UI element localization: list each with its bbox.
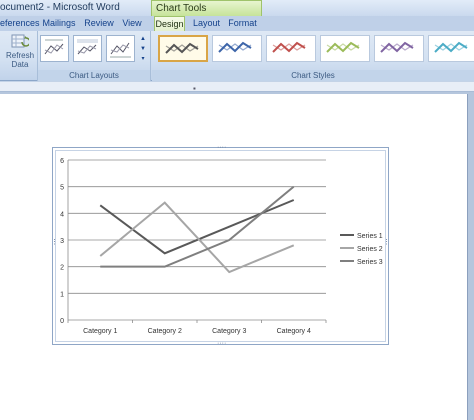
tab-format[interactable]: Format xyxy=(227,16,258,31)
y-tick-label: 2 xyxy=(60,265,64,272)
resize-handle-left[interactable]: ⋮ xyxy=(51,239,58,246)
more-icon[interactable]: ▾ xyxy=(141,56,144,62)
chart-layouts-label: Chart Layouts xyxy=(38,70,150,81)
tab-mailings[interactable]: Mailings xyxy=(40,16,78,31)
x-tick-label: Category 4 xyxy=(277,328,311,335)
x-tick-label: Category 1 xyxy=(83,328,117,335)
resize-handle-right[interactable]: ⋮ xyxy=(383,239,390,246)
scroll-up-icon[interactable]: ▲ xyxy=(140,36,146,42)
refresh-label-line1: Refresh xyxy=(6,51,35,60)
ruler[interactable]: ▪ xyxy=(0,82,474,93)
tab-view[interactable]: View xyxy=(120,16,144,31)
tab-references[interactable]: eferences xyxy=(0,16,40,31)
line-chart[interactable]: 0 1 2 3 4 5 6 Category 1 Category 2 Category 3 Cat… xyxy=(56,151,387,343)
chart-layout-2[interactable] xyxy=(73,35,102,62)
legend-label: Series 1 xyxy=(357,233,383,240)
chart-style-6[interactable] xyxy=(428,35,474,62)
chart-area[interactable]: 0 1 2 3 4 5 6 Category 1 Category 2 Category 3 Cat… xyxy=(55,150,386,342)
tab-review[interactable]: Review xyxy=(84,16,114,31)
chart-styles-label: Chart Styles xyxy=(152,70,474,81)
legend-label: Series 2 xyxy=(357,246,383,253)
refresh-label-line2: Data xyxy=(11,60,29,69)
chart-tools-header: Chart Tools xyxy=(151,0,262,16)
y-tick-label: 3 xyxy=(60,238,64,245)
chart-styles-group: Chart Styles xyxy=(152,31,474,81)
tab-design[interactable]: Design xyxy=(154,16,185,31)
chart-style-thumb-icon xyxy=(165,42,199,54)
chart-layout-1[interactable] xyxy=(40,35,69,62)
x-tick-label: Category 2 xyxy=(148,328,182,335)
x-tick-label: Category 3 xyxy=(212,328,246,335)
chart-style-5[interactable] xyxy=(374,35,424,62)
chart-style-thumb-icon xyxy=(218,41,252,53)
tab-layout[interactable]: Layout xyxy=(191,16,222,31)
title-bar: ocument2 - Microsoft Word Chart Tools xyxy=(0,0,474,16)
y-tick-label: 4 xyxy=(60,211,64,218)
y-tick-label: 0 xyxy=(60,318,64,325)
resize-handle-bottom[interactable]: ···· xyxy=(217,340,226,347)
chart-style-3[interactable] xyxy=(266,35,316,62)
ruler-marker-icon[interactable]: ▪ xyxy=(193,84,196,93)
y-tick-label: 1 xyxy=(60,291,64,298)
data-group: Refresh Data xyxy=(0,31,38,81)
chart-style-thumb-icon xyxy=(272,41,306,53)
chart-layouts-group: ▲ ▼ ▾ Chart Layouts xyxy=(38,31,151,81)
layout-thumb-icon xyxy=(44,39,64,55)
chart-style-thumb-icon xyxy=(326,41,360,53)
resize-handle-top[interactable]: ···· xyxy=(217,144,226,151)
series-line-1[interactable] xyxy=(99,199,295,255)
refresh-data-button[interactable]: Refresh Data xyxy=(6,33,34,69)
layout-thumb-icon xyxy=(77,39,98,55)
chart-style-4[interactable] xyxy=(320,35,370,62)
scroll-down-icon[interactable]: ▼ xyxy=(140,46,146,52)
refresh-data-icon xyxy=(11,34,29,48)
y-tick-label: 6 xyxy=(60,158,64,165)
legend-label: Series 3 xyxy=(357,259,383,266)
chart-layout-3[interactable] xyxy=(106,35,135,62)
chart-style-1[interactable] xyxy=(158,35,208,62)
chart-style-thumb-icon xyxy=(434,41,468,53)
layout-thumb-icon xyxy=(110,42,131,58)
y-tick-label: 5 xyxy=(60,185,64,192)
chart-style-2[interactable] xyxy=(212,35,262,62)
chart-style-thumb-icon xyxy=(380,41,414,53)
window-title: ocument2 - Microsoft Word xyxy=(0,2,120,13)
ribbon-tab-row: eferences Mailings Review View Design La… xyxy=(0,16,474,47)
chart-layouts-scroll[interactable]: ▲ ▼ ▾ xyxy=(139,34,147,64)
chart-object[interactable]: 0 1 2 3 4 5 6 Category 1 Category 2 Category 3 Cat… xyxy=(51,144,390,347)
ribbon: Refresh Data ▲ ▼ ▾ Chart Layouts Chart S… xyxy=(0,31,474,81)
